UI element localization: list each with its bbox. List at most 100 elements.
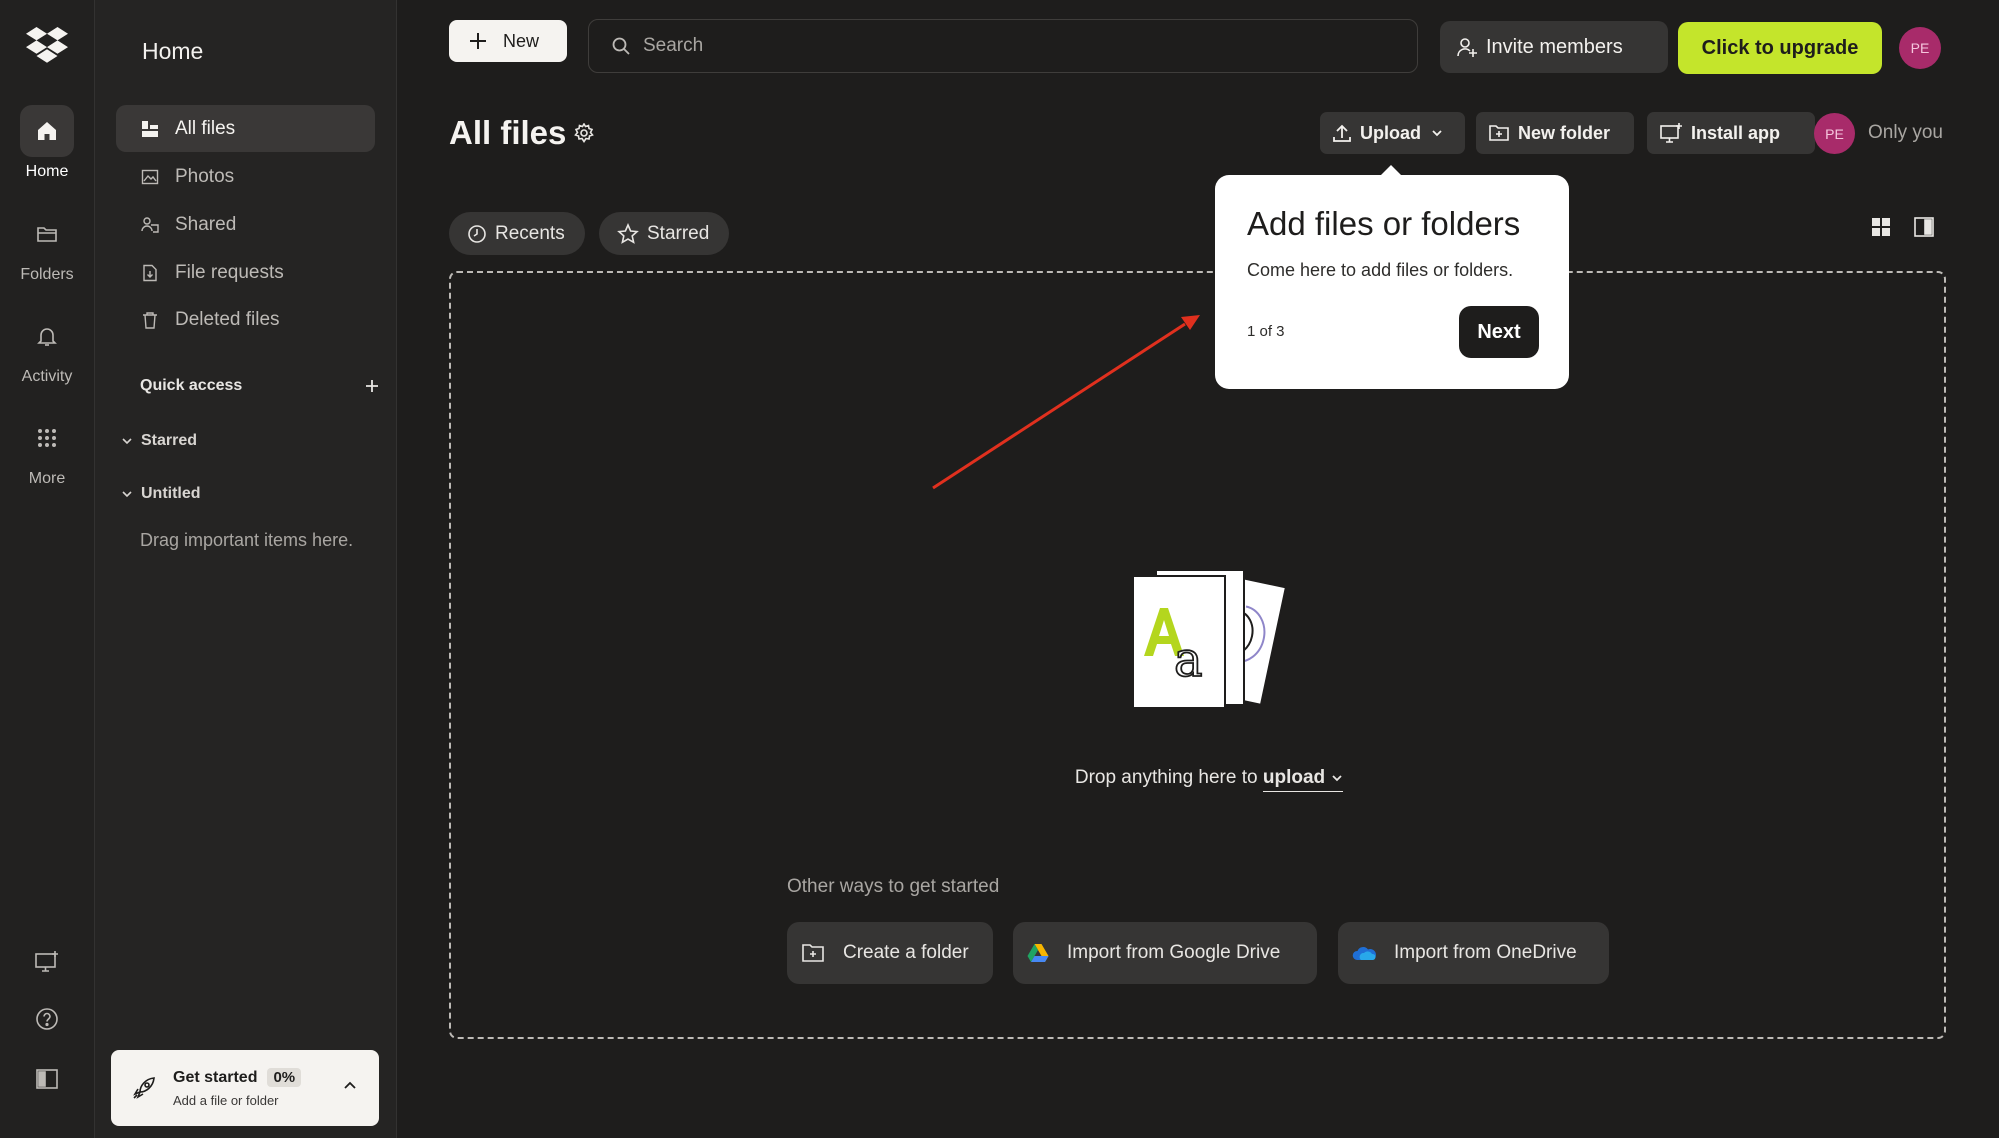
upgrade-button[interactable]: Click to upgrade (1678, 22, 1882, 74)
global-nav-rail: Home Folders Activity More (0, 0, 95, 1138)
file-requests-icon (141, 264, 161, 282)
onboarding-tooltip: Add files or folders Come here to add fi… (1215, 165, 1569, 389)
sidebar-item-deleted-files[interactable]: Deleted files (116, 296, 375, 343)
sidebar-item-all-files[interactable]: All files (116, 105, 375, 152)
rail-item-more[interactable]: More (0, 412, 94, 488)
create-folder-button[interactable]: Create a folder (787, 922, 993, 984)
import-google-drive-label: Import from Google Drive (1067, 942, 1281, 963)
create-folder-label: Create a folder (843, 942, 969, 963)
rail-label-activity: Activity (21, 368, 73, 385)
new-folder-button[interactable]: New folder (1476, 112, 1634, 154)
get-started-card[interactable]: Get started 0% Add a file or folder (111, 1050, 379, 1126)
add-quick-access-icon[interactable] (364, 378, 380, 394)
panel-toggle-icon[interactable] (0, 1067, 94, 1091)
chevron-down-icon (121, 488, 133, 500)
sidebar-item-label: All files (175, 117, 236, 139)
rail-label-more: More (28, 470, 66, 487)
rocket-icon (131, 1075, 157, 1101)
get-started-title: Get started (173, 1068, 258, 1086)
invite-members-button[interactable]: Invite members (1440, 21, 1668, 73)
rail-item-activity[interactable]: Activity (0, 310, 94, 386)
chevron-down-icon (1331, 772, 1343, 784)
import-onedrive-button[interactable]: Import from OneDrive (1338, 922, 1609, 984)
upload-button[interactable]: Upload (1320, 112, 1465, 154)
new-folder-icon (801, 942, 825, 964)
sidebar-item-label: Deleted files (175, 308, 280, 330)
import-google-drive-button[interactable]: Import from Google Drive (1013, 922, 1317, 984)
upload-icon (1332, 123, 1352, 143)
all-files-icon (141, 120, 161, 138)
search-icon (611, 36, 631, 56)
tab-starred[interactable]: Starred (599, 212, 730, 255)
quick-access-title: Quick access (140, 377, 243, 394)
grid-icon (20, 412, 74, 464)
svg-text:a: a (1174, 632, 1203, 688)
other-ways-heading: Other ways to get started (787, 876, 1000, 897)
quick-access-group-label: Untitled (141, 485, 201, 502)
avatar[interactable]: PE (1899, 27, 1941, 69)
install-app-label: Install app (1691, 122, 1781, 143)
clock-icon (467, 224, 487, 244)
files-illustration: a (1130, 566, 1295, 718)
page-title: All files (449, 114, 567, 151)
tab-starred-label: Starred (647, 222, 710, 244)
sharing-status: Only you (1868, 122, 1943, 143)
quick-access-header: Quick access (140, 377, 380, 395)
sidebar-title: Home (142, 38, 204, 64)
quick-access-empty-text: Drag important items here. (140, 530, 354, 550)
install-app-button[interactable]: Install app (1647, 112, 1815, 154)
sidebar-item-photos[interactable]: Photos (116, 153, 375, 200)
owner-avatar[interactable]: PE (1814, 113, 1855, 154)
next-button[interactable]: Next (1459, 306, 1539, 358)
new-folder-icon (1488, 123, 1510, 143)
home-icon (20, 105, 74, 157)
details-panel-icon[interactable] (1913, 216, 1935, 238)
quick-access-group-label: Starred (141, 432, 198, 449)
get-started-progress: 0% (267, 1068, 302, 1087)
sidebar-item-label: Shared (175, 213, 237, 235)
upload-link[interactable]: upload (1262, 767, 1344, 792)
desktop-app-icon[interactable] (0, 950, 94, 974)
new-button[interactable]: New (449, 20, 567, 62)
chevron-down-icon (1431, 127, 1443, 139)
sidebar-item-label: Photos (175, 165, 235, 187)
chevron-up-icon[interactable] (343, 1078, 357, 1092)
onedrive-icon (1352, 945, 1376, 961)
help-icon[interactable] (0, 1007, 94, 1031)
import-onedrive-label: Import from OneDrive (1394, 942, 1577, 963)
add-user-icon (1456, 36, 1478, 58)
search-input[interactable] (643, 35, 1403, 57)
sidebar-item-shared[interactable]: Shared (116, 201, 375, 248)
invite-members-label: Invite members (1486, 35, 1623, 58)
photos-icon (141, 168, 161, 186)
folder-icon (20, 208, 74, 260)
sidebar-item-label: File requests (175, 261, 284, 283)
tooltip-body: Come here to add files or folders. (1247, 260, 1514, 280)
tooltip-step-counter: 1 of 3 (1247, 323, 1285, 340)
tab-recents-label: Recents (495, 222, 565, 244)
google-drive-icon (1027, 943, 1049, 963)
dropbox-logo-icon[interactable] (26, 27, 68, 63)
rail-item-folders[interactable]: Folders (0, 208, 94, 284)
new-button-label: New (503, 30, 540, 51)
quick-access-group-starred[interactable]: Starred (121, 432, 197, 450)
sidebar-item-file-requests[interactable]: File requests (116, 249, 375, 296)
get-started-subtitle: Add a file or folder (173, 1093, 279, 1108)
tab-recents[interactable]: Recents (449, 212, 585, 255)
chevron-down-icon (121, 435, 133, 447)
rail-item-home[interactable]: Home (0, 105, 94, 181)
shared-icon (141, 216, 161, 234)
desktop-app-icon (1659, 122, 1683, 144)
trash-icon (141, 311, 161, 329)
drop-instructions: Drop anything here to upload (0, 767, 1999, 792)
gear-icon[interactable] (574, 123, 594, 143)
search-bar[interactable] (588, 19, 1418, 73)
upload-button-label: Upload (1360, 122, 1421, 143)
quick-access-group-untitled[interactable]: Untitled (121, 485, 201, 503)
grid-view-icon[interactable] (1870, 216, 1892, 238)
plus-icon (469, 32, 487, 50)
tooltip-title: Add files or folders (1247, 205, 1521, 242)
upload-link-label: upload (1262, 767, 1326, 788)
sidebar: Home All files Photos Shared File reques… (95, 0, 397, 1138)
drop-text-prefix: Drop anything here to (1074, 767, 1258, 788)
